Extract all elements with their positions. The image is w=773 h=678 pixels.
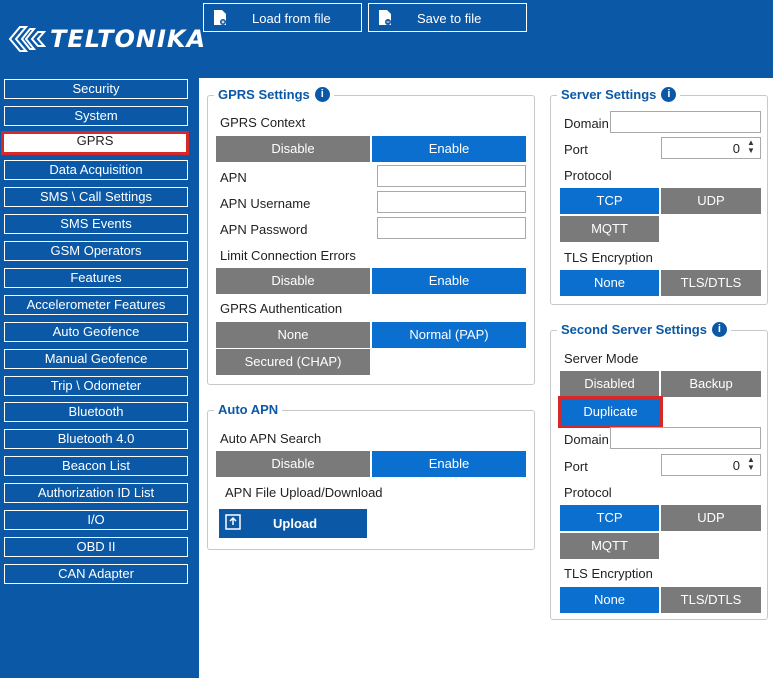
apn-username-input[interactable] [377, 191, 526, 213]
upload-label: Upload [273, 516, 318, 531]
server-settings-title: Server Settings i [557, 87, 681, 102]
apn-label: APN [220, 170, 247, 185]
auto-apn-title: Auto APN [214, 402, 283, 417]
second-server-settings-title: Second Server Settings i [557, 322, 731, 337]
auth-none-button[interactable]: None [216, 322, 370, 348]
server-domain-input[interactable] [610, 111, 761, 133]
save-to-file-label: Save to file [417, 11, 482, 26]
server-tls-none-button[interactable]: None [560, 270, 659, 296]
auto-apn-search-label: Auto APN Search [220, 431, 322, 446]
server-tls-label: TLS Encryption [564, 250, 653, 265]
server-mode-disabled-button[interactable]: Disabled [560, 371, 659, 397]
upload-button[interactable]: Upload [219, 509, 367, 538]
server-port-stepper[interactable]: 0 ▲ ▼ [661, 137, 761, 159]
auto-apn-title-text: Auto APN [218, 402, 279, 417]
info-icon[interactable]: i [711, 322, 727, 337]
server-mode-label: Server Mode [564, 351, 639, 366]
sidebar-item-gsm-operators[interactable]: GSM Operators [4, 241, 188, 261]
sidebar-item-trip-odometer[interactable]: Trip \ Odometer [4, 376, 188, 396]
server-settings-title-text: Server Settings [561, 87, 657, 102]
gprs-settings-title: GPRS Settings i [214, 87, 334, 102]
info-icon[interactable]: i [314, 87, 330, 102]
second-tcp-button[interactable]: TCP [560, 505, 659, 531]
sidebar-item-can-adapter[interactable]: CAN Adapter [4, 564, 188, 584]
teltonika-logo-icon [8, 26, 46, 52]
sidebar-item-gprs[interactable]: GPRS [1, 131, 189, 155]
server-tcp-button[interactable]: TCP [560, 188, 659, 214]
sidebar-item-accelerometer-features[interactable]: Accelerometer Features [4, 295, 188, 315]
auto-apn-disable-button[interactable]: Disable [216, 451, 370, 477]
server-mode-backup-button[interactable]: Backup [661, 371, 761, 397]
sidebar-item-sms-call-settings[interactable]: SMS \ Call Settings [4, 187, 188, 207]
gprs-context-disable-button[interactable]: Disable [216, 136, 370, 162]
server-protocol-label: Protocol [564, 168, 612, 183]
sidebar-item-features[interactable]: Features [4, 268, 188, 288]
server-udp-button[interactable]: UDP [661, 188, 761, 214]
second-port-value: 0 [732, 458, 740, 473]
sidebar-item-security[interactable]: Security [4, 79, 188, 99]
load-from-file-label: Load from file [252, 11, 331, 26]
server-mqtt-button[interactable]: MQTT [560, 216, 659, 242]
second-tls-label: TLS Encryption [564, 566, 653, 581]
second-tls-none-button[interactable]: None [560, 587, 659, 613]
info-icon[interactable]: i [661, 87, 677, 102]
auto-apn-enable-button[interactable]: Enable [372, 451, 526, 477]
sidebar-item-beacon-list[interactable]: Beacon List [4, 456, 188, 476]
second-udp-button[interactable]: UDP [661, 505, 761, 531]
save-to-file-button[interactable]: Save to file [368, 3, 527, 32]
second-port-stepper[interactable]: 0 ▲ ▼ [661, 454, 761, 476]
sidebar-item-bluetooth-4[interactable]: Bluetooth 4.0 [4, 429, 188, 449]
sidebar-item-io[interactable]: I/O [4, 510, 188, 530]
sidebar-item-data-acquisition[interactable]: Data Acquisition [4, 160, 188, 180]
gprs-authentication-label: GPRS Authentication [220, 301, 343, 316]
second-protocol-label: Protocol [564, 485, 612, 500]
server-port-value: 0 [732, 141, 740, 156]
teltonika-logo: TELTONIKA [8, 20, 206, 58]
sidebar-item-authorization-id-list[interactable]: Authorization ID List [4, 483, 188, 503]
auth-chap-button[interactable]: Secured (CHAP) [216, 349, 370, 375]
sidebar-item-manual-geofence[interactable]: Manual Geofence [4, 349, 188, 369]
sidebar-item-sms-events[interactable]: SMS Events [4, 214, 188, 234]
logo-text: TELTONIKA [50, 25, 207, 53]
server-tls-dtls-button[interactable]: TLS/DTLS [661, 270, 761, 296]
file-load-icon [214, 10, 226, 25]
gprs-settings-title-text: GPRS Settings [218, 87, 310, 102]
apn-password-input[interactable] [377, 217, 526, 239]
second-mqtt-button[interactable]: MQTT [560, 533, 659, 559]
apn-input[interactable] [377, 165, 526, 187]
apn-file-label: APN File Upload/Download [225, 485, 383, 500]
duplicate-highlight [558, 396, 663, 428]
server-domain-label: Domain [564, 116, 609, 131]
sidebar-item-system[interactable]: System [4, 106, 188, 126]
second-server-settings-title-text: Second Server Settings [561, 322, 707, 337]
limit-errors-enable-button[interactable]: Enable [372, 268, 526, 294]
limit-connection-errors-label: Limit Connection Errors [220, 248, 356, 263]
file-save-icon [379, 10, 391, 25]
apn-password-label: APN Password [220, 222, 308, 237]
second-port-label: Port [564, 459, 588, 474]
auth-pap-button[interactable]: Normal (PAP) [372, 322, 526, 348]
top-bar: TELTONIKA Load from file Save to file [0, 0, 773, 78]
upload-icon [225, 514, 241, 530]
limit-errors-disable-button[interactable]: Disable [216, 268, 370, 294]
gprs-context-enable-button[interactable]: Enable [372, 136, 526, 162]
stepper-arrows-icon[interactable]: ▲ ▼ [745, 456, 757, 474]
sidebar-item-bluetooth[interactable]: Bluetooth [4, 402, 188, 422]
second-domain-input[interactable] [610, 427, 761, 449]
second-domain-label: Domain [564, 432, 609, 447]
gprs-context-label: GPRS Context [220, 115, 306, 130]
apn-username-label: APN Username [220, 196, 311, 211]
load-from-file-button[interactable]: Load from file [203, 3, 362, 32]
sidebar-item-obd-ii[interactable]: OBD II [4, 537, 188, 557]
server-port-label: Port [564, 142, 588, 157]
sidebar-item-auto-geofence[interactable]: Auto Geofence [4, 322, 188, 342]
second-tls-dtls-button[interactable]: TLS/DTLS [661, 587, 761, 613]
stepper-arrows-icon[interactable]: ▲ ▼ [745, 139, 757, 157]
